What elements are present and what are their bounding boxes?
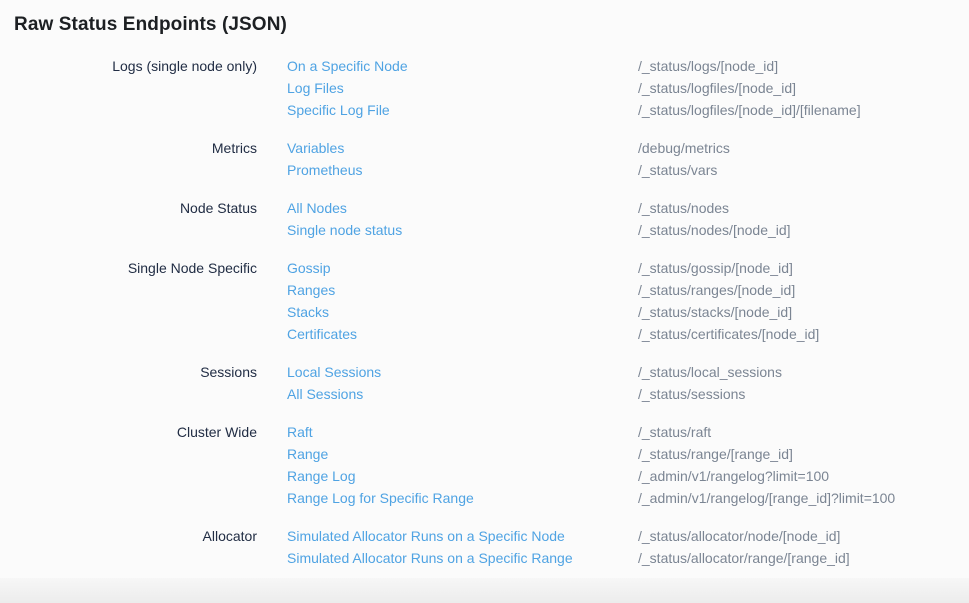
endpoint-path: /_status/range/[range_id] [638,443,969,465]
endpoint-path: /_admin/v1/rangelog/[range_id]?limit=100 [638,487,969,509]
endpoint-path: /_status/raft [638,421,969,443]
section-rows: Simulated Allocator Runs on a Specific N… [287,525,969,569]
endpoint-link[interactable]: Local Sessions [287,361,608,383]
endpoint-path: /_status/local_sessions [638,361,969,383]
endpoint-link[interactable]: Specific Log File [287,99,608,121]
endpoint-link[interactable]: Gossip [287,257,608,279]
endpoint-link[interactable]: Simulated Allocator Runs on a Specific R… [287,547,608,569]
endpoint-path: /_status/logfiles/[node_id] [638,77,969,99]
endpoint-link[interactable]: Range Log [287,465,608,487]
section-rows: Variables /debug/metrics Prometheus /_st… [287,137,969,181]
section-category: Node Status [0,197,257,241]
endpoint-path: /_status/nodes/[node_id] [638,219,969,241]
section-rows: On a Specific Node /_status/logs/[node_i… [287,55,969,121]
endpoint-path: /_status/gossip/[node_id] [638,257,969,279]
endpoint-path: /_status/stacks/[node_id] [638,301,969,323]
section-category: Single Node Specific [0,257,257,345]
endpoint-section: Node Status All Nodes /_status/nodes Sin… [0,197,969,241]
endpoint-section: Sessions Local Sessions /_status/local_s… [0,361,969,405]
section-category: Metrics [0,137,257,181]
endpoint-path: /_status/ranges/[node_id] [638,279,969,301]
section-category: Sessions [0,361,257,405]
endpoint-section: Metrics Variables /debug/metrics Prometh… [0,137,969,181]
endpoint-link[interactable]: Single node status [287,219,608,241]
endpoint-link[interactable]: Certificates [287,323,608,345]
endpoint-link[interactable]: Ranges [287,279,608,301]
endpoint-table: Logs (single node only) On a Specific No… [0,55,969,569]
endpoint-path: /_status/logs/[node_id] [638,55,969,77]
endpoint-link[interactable]: Range [287,443,608,465]
endpoint-section: Cluster Wide Raft /_status/raft Range /_… [0,421,969,509]
footer-bar [0,578,969,603]
endpoint-path: /_status/allocator/node/[node_id] [638,525,969,547]
section-category: Allocator [0,525,257,569]
endpoint-path: /_status/vars [638,159,969,181]
endpoint-link[interactable]: Log Files [287,77,608,99]
section-category: Logs (single node only) [0,55,257,121]
endpoint-section: Logs (single node only) On a Specific No… [0,55,969,121]
endpoint-section: Allocator Simulated Allocator Runs on a … [0,525,969,569]
endpoint-link[interactable]: On a Specific Node [287,55,608,77]
section-rows: Local Sessions /_status/local_sessions A… [287,361,969,405]
endpoint-path: /_status/allocator/range/[range_id] [638,547,969,569]
section-rows: Raft /_status/raft Range /_status/range/… [287,421,969,509]
endpoint-link[interactable]: Prometheus [287,159,608,181]
section-rows: All Nodes /_status/nodes Single node sta… [287,197,969,241]
section-category: Cluster Wide [0,421,257,509]
endpoint-path: /_status/sessions [638,383,969,405]
endpoint-path: /_status/logfiles/[node_id]/[filename] [638,99,969,121]
endpoint-link[interactable]: Range Log for Specific Range [287,487,608,509]
page-title: Raw Status Endpoints (JSON) [0,0,969,38]
endpoint-link[interactable]: Stacks [287,301,608,323]
endpoint-link[interactable]: All Nodes [287,197,608,219]
endpoint-link[interactable]: Simulated Allocator Runs on a Specific N… [287,525,608,547]
endpoint-path: /_status/certificates/[node_id] [638,323,969,345]
endpoint-path: /_admin/v1/rangelog?limit=100 [638,465,969,487]
endpoint-link[interactable]: Raft [287,421,608,443]
endpoint-link[interactable]: Variables [287,137,608,159]
endpoint-link[interactable]: All Sessions [287,383,608,405]
section-rows: Gossip /_status/gossip/[node_id] Ranges … [287,257,969,345]
endpoint-path: /_status/nodes [638,197,969,219]
endpoint-path: /debug/metrics [638,137,969,159]
endpoint-section: Single Node Specific Gossip /_status/gos… [0,257,969,345]
